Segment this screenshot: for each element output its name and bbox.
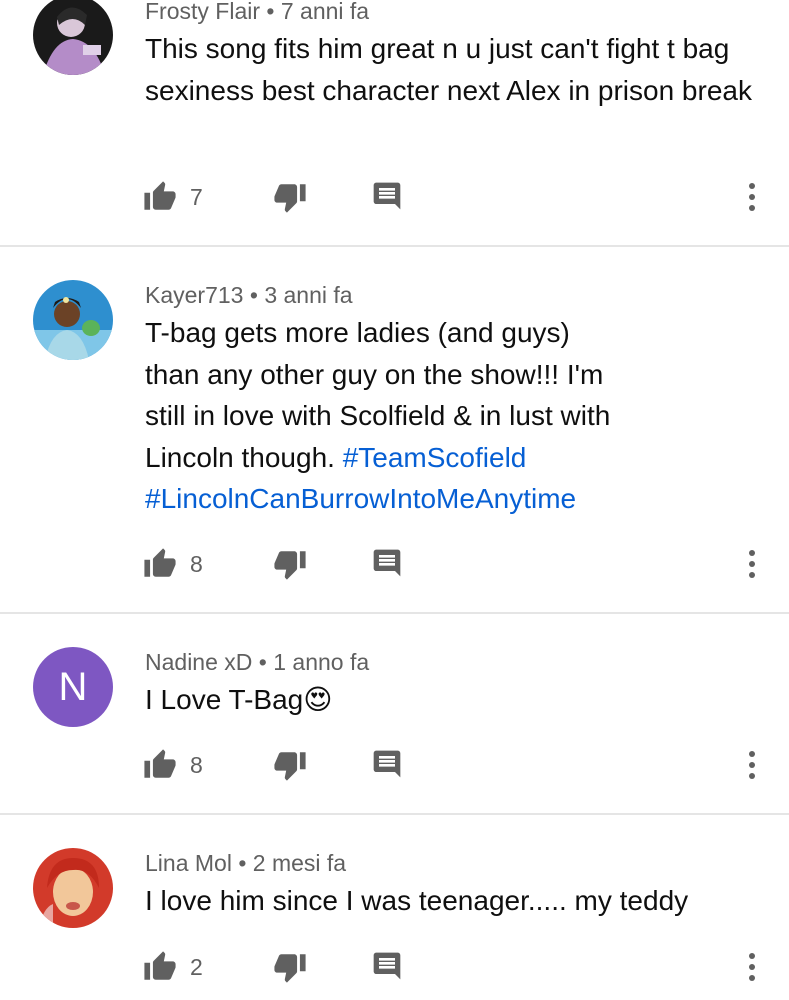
thumb-up-icon — [144, 548, 176, 577]
avatar[interactable]: N — [33, 647, 113, 727]
more-options-button[interactable] — [740, 947, 764, 987]
like-count: 7 — [190, 184, 203, 210]
meta-separator: • — [249, 282, 258, 308]
meta-separator: • — [266, 0, 275, 24]
divider — [0, 245, 789, 247]
author-name[interactable]: Nadine xD — [145, 649, 252, 675]
hashtag-link[interactable]: #TeamScofield — [343, 442, 527, 473]
thumb-up-icon — [144, 181, 176, 210]
author-name[interactable]: Lina Mol — [145, 850, 232, 876]
like-count: 8 — [190, 551, 203, 577]
more-vertical-icon — [749, 550, 755, 578]
thumb-up-icon — [144, 749, 176, 778]
avatar[interactable] — [33, 0, 113, 75]
more-vertical-icon — [749, 751, 755, 779]
meta-separator: • — [258, 649, 267, 675]
thumb-down-icon — [274, 752, 306, 781]
thumb-down-icon — [274, 551, 306, 580]
hashtag-link[interactable]: #LincolnCanBurrowIntoMeAnytime — [145, 483, 576, 514]
comment-meta: Frosty Flair • 7 anni fa — [145, 0, 369, 24]
more-options-button[interactable] — [740, 177, 764, 217]
dislike-button[interactable] — [272, 747, 308, 783]
more-options-button[interactable] — [740, 544, 764, 584]
like-count: 8 — [190, 752, 203, 778]
heart-eyes-emoji: 😍 — [303, 684, 333, 715]
comment-text-container: I Love T-Bag😍 — [145, 679, 755, 721]
comment-icon — [373, 182, 401, 210]
more-options-button[interactable] — [740, 745, 764, 785]
avatar[interactable] — [33, 280, 113, 360]
more-vertical-icon — [749, 953, 755, 981]
comment-actions: 8 — [0, 745, 789, 785]
comment-time[interactable]: 3 anni fa — [264, 282, 352, 308]
reply-button[interactable] — [370, 546, 404, 580]
like-button[interactable] — [143, 947, 177, 987]
comment-time[interactable]: 2 mesi fa — [253, 850, 346, 876]
like-button[interactable] — [143, 544, 177, 584]
dislike-button[interactable] — [272, 949, 308, 985]
comment-meta: Lina Mol • 2 mesi fa — [145, 850, 346, 876]
like-button[interactable] — [143, 745, 177, 785]
comment-meta: Nadine xD • 1 anno fa — [145, 649, 369, 675]
reply-button[interactable] — [370, 747, 404, 781]
comment-time[interactable]: 7 anni fa — [281, 0, 369, 24]
comment-actions: 2 — [0, 947, 789, 987]
author-name[interactable]: Kayer713 — [145, 282, 243, 308]
comment-icon — [373, 952, 401, 980]
comment-meta: Kayer713 • 3 anni fa — [145, 282, 353, 308]
comment-time[interactable]: 1 anno fa — [273, 649, 369, 675]
avatar[interactable] — [33, 848, 113, 928]
thumb-down-icon — [274, 184, 306, 213]
comment-icon — [373, 549, 401, 577]
comment-text: I Love T-Bag — [145, 684, 304, 715]
comment-text: This song fits him great n u just can't … — [145, 33, 752, 106]
thumb-up-icon — [144, 951, 176, 980]
author-name[interactable]: Frosty Flair — [145, 0, 260, 24]
thumb-down-icon — [274, 954, 306, 983]
like-count: 2 — [190, 954, 203, 980]
comment-text: I love him since I was teenager..... my … — [145, 885, 689, 916]
avatar-letter: N — [58, 664, 88, 709]
comment-text-container: T-bag gets more ladies (and guys) than a… — [145, 312, 615, 520]
meta-separator: • — [238, 850, 247, 876]
divider — [0, 813, 789, 815]
reply-button[interactable] — [370, 949, 404, 983]
like-button[interactable] — [143, 177, 177, 217]
dislike-button[interactable] — [272, 179, 308, 215]
comment-icon — [373, 750, 401, 778]
comment-actions: 8 — [0, 544, 789, 584]
divider — [0, 612, 789, 614]
more-vertical-icon — [749, 183, 755, 211]
reply-button[interactable] — [370, 179, 404, 213]
dislike-button[interactable] — [272, 546, 308, 582]
comment-actions: 7 — [0, 177, 789, 217]
